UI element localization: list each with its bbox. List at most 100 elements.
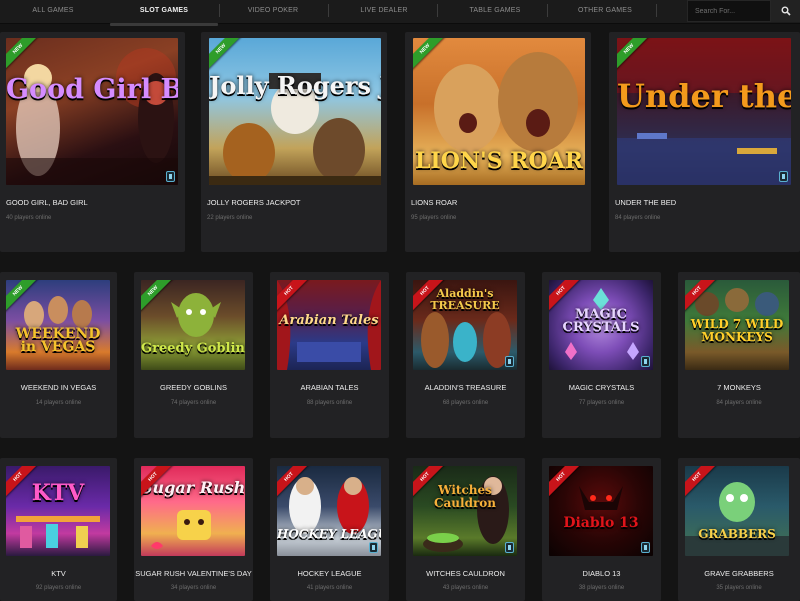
- mobile-icon: [641, 356, 650, 367]
- game-logo-text: Greedy Goblins: [141, 341, 245, 356]
- game-thumbnail[interactable]: Jolly Rogers JACKPOT! NEW: [209, 38, 381, 185]
- game-logo-text: Diablo 13: [563, 515, 639, 531]
- players-online: 88 players online: [306, 400, 353, 406]
- tab-slot-games[interactable]: SLOT GAMES: [110, 0, 218, 26]
- game-title[interactable]: UNDER THE BED: [615, 198, 676, 207]
- game-logo-text: LION'S ROAR: [414, 148, 584, 174]
- mobile-icon: [641, 542, 650, 553]
- mobile-icon: [779, 171, 788, 182]
- players-online: 43 players online: [442, 585, 489, 591]
- players-online: 22 players online: [207, 215, 253, 221]
- tab-divider: [437, 4, 438, 17]
- game-card[interactable]: Witches Cauldron HOT WITCHES CAULDRON 43…: [406, 458, 525, 601]
- tab-divider: [656, 4, 657, 17]
- game-logo-text: MAGIC CRYSTALS: [562, 307, 640, 335]
- mobile-icon: [505, 542, 514, 553]
- game-thumbnail[interactable]: LION'S ROAR NEW: [413, 38, 585, 185]
- game-title[interactable]: MAGIC CRYSTALS: [542, 383, 661, 392]
- mobile-icon: [166, 171, 175, 182]
- players-online: 74 players online: [170, 400, 217, 406]
- game-logo-text: WEEKEND in VEGAS: [15, 326, 101, 356]
- players-online: 68 players online: [442, 400, 489, 406]
- tab-divider: [219, 4, 220, 17]
- game-card[interactable]: WEEKEND in VEGAS NEW WEEKEND IN VEGAS 14…: [0, 272, 117, 438]
- game-title[interactable]: HOCKEY LEAGUE: [270, 569, 389, 578]
- game-card[interactable]: Aladdin's TREASURE HOT ALADDIN'S TREASUR…: [406, 272, 525, 438]
- search-button[interactable]: [771, 0, 800, 22]
- game-thumbnail[interactable]: MAGIC CRYSTALS HOT: [549, 280, 653, 370]
- game-title[interactable]: JOLLY ROGERS JACKPOT: [207, 198, 301, 207]
- game-card[interactable]: LION'S ROAR NEW LIONS ROAR 95 players on…: [405, 32, 591, 252]
- tab-other-games[interactable]: OTHER GAMES: [570, 0, 640, 24]
- game-logo-text: WILD 7 WILD MONKEYS: [690, 317, 784, 344]
- tab-table-games[interactable]: TABLE GAMES: [460, 0, 530, 24]
- game-thumbnail[interactable]: Aladdin's TREASURE HOT: [413, 280, 517, 370]
- game-logo-text: Good Girl Bad Girl: [6, 74, 178, 105]
- category-nav: ALL GAMES SLOT GAMES VIDEO POKER LIVE DE…: [0, 0, 800, 26]
- game-thumbnail[interactable]: Witches Cauldron HOT: [413, 466, 517, 556]
- game-card[interactable]: GRABBERS HOT GRAVE GRABBERS 35 players o…: [678, 458, 800, 601]
- game-logo-text: Sugar Rush: [141, 478, 245, 497]
- players-online: 41 players online: [306, 585, 353, 591]
- game-title[interactable]: WEEKEND IN VEGAS: [0, 383, 117, 392]
- game-logo-text: Witches Cauldron: [433, 483, 497, 510]
- game-artwork: [209, 73, 381, 185]
- players-online: 84 players online: [615, 215, 661, 221]
- game-title[interactable]: ARABIAN TALES: [270, 383, 389, 392]
- game-thumbnail[interactable]: Under the Bed NEW: [617, 38, 791, 185]
- tab-divider: [328, 4, 329, 17]
- game-thumbnail[interactable]: WEEKEND in VEGAS NEW: [6, 280, 110, 370]
- tab-divider: [547, 4, 548, 17]
- game-thumbnail[interactable]: HOCKEY LEAGUE HOT: [277, 466, 381, 556]
- game-title[interactable]: DIABLO 13: [542, 569, 661, 578]
- game-card[interactable]: Diablo 13 HOT DIABLO 13 38 players onlin…: [542, 458, 661, 601]
- mobile-icon: [369, 542, 378, 553]
- game-thumbnail[interactable]: Good Girl Bad Girl NEW: [6, 38, 178, 185]
- game-card[interactable]: Good Girl Bad Girl NEW GOOD GIRL, BAD GI…: [0, 32, 185, 252]
- game-thumbnail[interactable]: KTV HOT: [6, 466, 110, 556]
- mobile-icon: [505, 356, 514, 367]
- game-card[interactable]: MAGIC CRYSTALS HOT MAGIC CRYSTALS 77 pla…: [542, 272, 661, 438]
- game-thumbnail[interactable]: Arabian Tales HOT: [277, 280, 381, 370]
- game-thumbnail[interactable]: Diablo 13 HOT: [549, 466, 653, 556]
- players-online: 92 players online: [35, 585, 82, 591]
- game-card[interactable]: HOCKEY LEAGUE HOT HOCKEY LEAGUE 41 playe…: [270, 458, 389, 601]
- game-card[interactable]: Greedy Goblins NEW GREEDY GOBLINS 74 pla…: [134, 272, 253, 438]
- players-online: 14 players online: [35, 400, 82, 406]
- tab-video-poker[interactable]: VIDEO POKER: [238, 0, 308, 24]
- game-logo-text: Arabian Tales: [279, 313, 379, 328]
- game-thumbnail[interactable]: Greedy Goblins NEW: [141, 280, 245, 370]
- game-logo-text: GRABBERS: [698, 527, 776, 541]
- game-card[interactable]: Arabian Tales HOT ARABIAN TALES 88 playe…: [270, 272, 389, 438]
- game-title[interactable]: SUGAR RUSH VALENTINE'S DAY: [134, 569, 253, 578]
- game-card[interactable]: Sugar Rush HOT SUGAR RUSH VALENTINE'S DA…: [134, 458, 253, 601]
- game-title[interactable]: GOOD GIRL, BAD GIRL: [6, 198, 88, 207]
- game-logo-text: Jolly Rogers JACKPOT!: [209, 71, 381, 100]
- game-card[interactable]: Jolly Rogers JACKPOT! NEW JOLLY ROGERS J…: [201, 32, 387, 252]
- magnifier-icon: [781, 6, 791, 16]
- search-input[interactable]: [687, 0, 771, 22]
- game-title[interactable]: LIONS ROAR: [411, 198, 457, 207]
- game-thumbnail[interactable]: GRABBERS HOT: [685, 466, 789, 556]
- tab-all-games[interactable]: ALL GAMES: [24, 0, 82, 24]
- game-title[interactable]: WITCHES CAULDRON: [406, 569, 525, 578]
- players-online: 77 players online: [578, 400, 625, 406]
- game-title[interactable]: KTV: [0, 569, 117, 578]
- game-title[interactable]: GREEDY GOBLINS: [134, 383, 253, 392]
- game-title[interactable]: 7 MONKEYS: [678, 383, 800, 392]
- game-logo-text: KTV: [31, 480, 85, 506]
- game-thumbnail[interactable]: Sugar Rush HOT: [141, 466, 245, 556]
- players-online: 34 players online: [170, 585, 217, 591]
- tab-live-dealer[interactable]: LIVE DEALER: [350, 0, 418, 24]
- game-logo-text: HOCKEY LEAGUE: [277, 527, 381, 541]
- game-card[interactable]: WILD 7 WILD MONKEYS HOT 7 MONKEYS 84 pla…: [678, 272, 800, 438]
- game-thumbnail[interactable]: WILD 7 WILD MONKEYS HOT: [685, 280, 789, 370]
- game-card[interactable]: Under the Bed NEW UNDER THE BED 84 playe…: [609, 32, 800, 252]
- game-logo-text: Under the Bed: [617, 77, 791, 115]
- game-card[interactable]: KTV HOT KTV 92 players online: [0, 458, 117, 601]
- players-online: 35 players online: [716, 585, 762, 591]
- game-title[interactable]: GRAVE GRABBERS: [678, 569, 800, 578]
- players-online: 38 players online: [578, 585, 625, 591]
- players-online: 40 players online: [6, 215, 52, 221]
- game-title[interactable]: ALADDIN'S TREASURE: [406, 383, 525, 392]
